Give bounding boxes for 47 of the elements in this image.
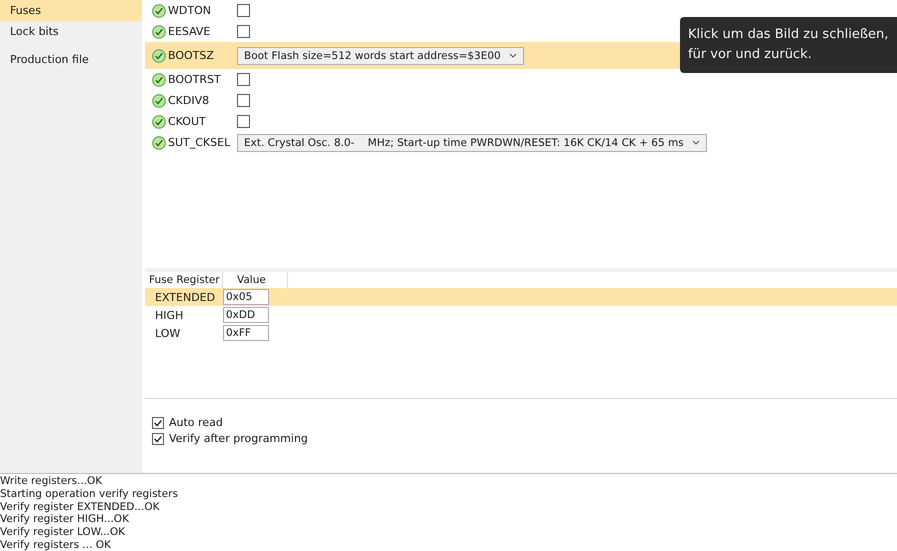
log-line: Verify register HIGH...OK bbox=[0, 513, 130, 526]
fuse-name: BOOTRST bbox=[168, 73, 222, 86]
fuse-checkbox[interactable] bbox=[237, 25, 250, 38]
sidebar-item[interactable]: Production file bbox=[0, 49, 142, 70]
log-line: Verify register LOW...OK bbox=[0, 526, 126, 539]
value-field[interactable]: 0xDD bbox=[223, 307, 269, 323]
register-name: HIGH bbox=[154, 308, 184, 322]
fuse-name: CKOUT bbox=[168, 115, 207, 128]
option-label: Verify after programming bbox=[169, 432, 308, 445]
fuse-checkbox[interactable] bbox=[237, 73, 250, 86]
check-circle-icon bbox=[152, 4, 166, 18]
fuse-name: BOOTSZ bbox=[168, 49, 215, 62]
log-line: Starting operation verify registers bbox=[0, 488, 179, 501]
value-field[interactable]: 0x05 bbox=[223, 289, 269, 305]
caret-icon bbox=[692, 140, 700, 145]
check-circle-icon bbox=[152, 94, 166, 108]
fuse-checkbox[interactable] bbox=[237, 115, 250, 128]
option-label: Auto read bbox=[169, 416, 223, 429]
fuse-name: SUT_CKSEL bbox=[168, 136, 232, 149]
sidebar-item[interactable]: Lock bits bbox=[0, 21, 142, 42]
register-row[interactable]: HIGH 0xDD bbox=[145, 306, 897, 324]
register-row[interactable]: LOW 0xFF bbox=[145, 324, 897, 342]
fuse-checkbox[interactable] bbox=[237, 94, 250, 107]
option-checkbox[interactable] bbox=[152, 432, 164, 444]
caret-icon bbox=[508, 53, 517, 58]
check-circle-icon bbox=[152, 48, 166, 62]
register-name: LOW bbox=[154, 326, 182, 340]
fuse-dropdown[interactable]: Boot Flash size=512 words start address=$3E00 bbox=[237, 46, 524, 64]
log-line: Write registers...OK bbox=[0, 475, 104, 488]
check-circle-icon bbox=[152, 24, 166, 38]
sidebar-item[interactable]: Fuses bbox=[0, 0, 142, 21]
value-field[interactable]: 0xFF bbox=[223, 325, 269, 341]
check-circle-icon bbox=[152, 114, 166, 128]
fuse-name: EESAVE bbox=[168, 25, 212, 38]
fuse-name: WDTON bbox=[168, 4, 212, 17]
tooltip-text: für vor und zurück. bbox=[688, 46, 813, 64]
register-name: EXTENDED bbox=[154, 290, 216, 304]
fuse-checkbox[interactable] bbox=[237, 4, 250, 17]
fuse-name: CKDIV8 bbox=[168, 94, 210, 107]
log-line: Verify register EXTENDED...OK bbox=[0, 500, 160, 514]
check-circle-icon bbox=[152, 72, 166, 86]
log-line: Verify registers ... OK bbox=[0, 538, 112, 551]
fuse-dropdown[interactable]: Ext. Crystal Osc. 8.0- MHz; Start-up time PWRDWN/RESET: 16K CK/14 CK + 65 ms bbox=[237, 134, 707, 152]
option-checkbox[interactable] bbox=[152, 416, 164, 428]
check-circle-icon bbox=[152, 136, 166, 150]
register-row[interactable]: EXTENDED 0x05 bbox=[145, 288, 897, 306]
tooltip-text: Klick um das Bild zu schließen, bbox=[688, 26, 890, 44]
